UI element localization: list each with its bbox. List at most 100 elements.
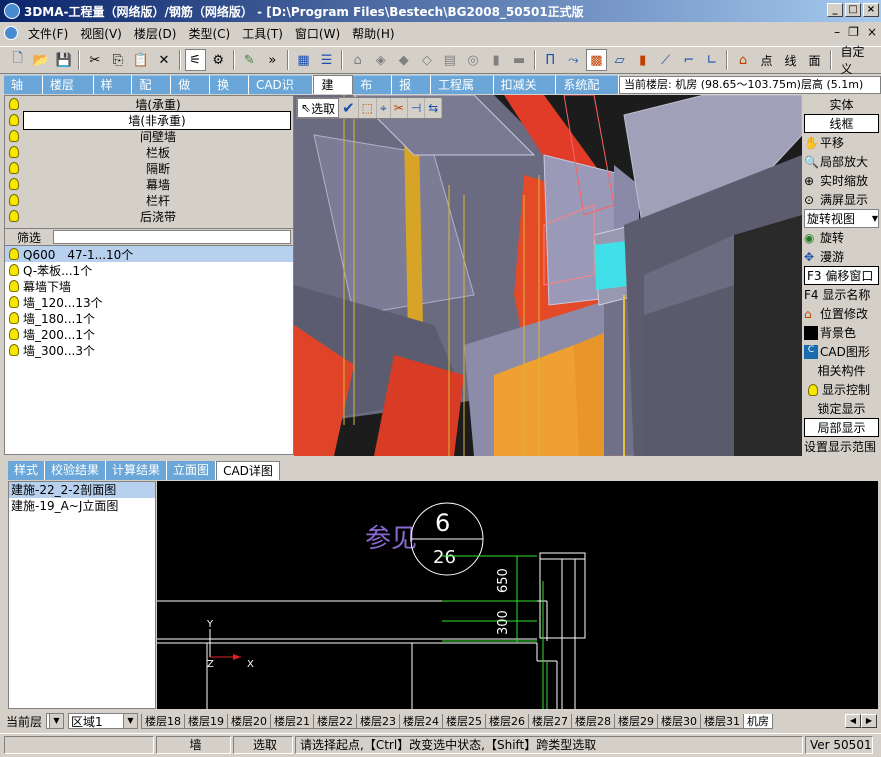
wireframe-button[interactable]: 线框 <box>804 114 879 133</box>
realtime-zoom-button[interactable]: ⊕ 实时缩放 <box>802 171 881 190</box>
point-button[interactable]: 点 <box>755 52 779 69</box>
confirm-check-icon[interactable]: ✔ <box>339 98 359 118</box>
related-components-button[interactable]: 相关构件 <box>802 361 881 380</box>
floor-tab[interactable]: 楼层29 <box>614 713 658 729</box>
tool-c-icon[interactable]: ◆ <box>393 49 414 71</box>
extend-icon[interactable]: ⊣ <box>408 98 426 118</box>
save-icon[interactable]: 💾 <box>53 49 74 71</box>
component-item[interactable]: 墙_180...1个 <box>5 310 293 326</box>
new-file-icon[interactable]: 🗋 <box>7 49 28 71</box>
cut-icon[interactable]: ✂ <box>84 49 105 71</box>
menu-file[interactable]: 文件(F) <box>22 25 74 42</box>
tab-project-props[interactable]: 工程属性 <box>430 75 494 111</box>
open-file-icon[interactable]: 📂 <box>30 49 51 71</box>
filter-input[interactable] <box>53 230 291 244</box>
bulb-icon[interactable] <box>9 114 19 126</box>
custom-button[interactable]: 自定义 <box>835 43 881 77</box>
bulb-icon[interactable] <box>9 146 19 158</box>
type-item[interactable]: 后浇带 <box>5 208 293 224</box>
tool-b-icon[interactable]: ◈ <box>370 49 391 71</box>
select-button[interactable]: ⇖ 选取 <box>297 98 340 118</box>
menu-window[interactable]: 窗口(W) <box>289 25 346 42</box>
box-select-icon[interactable]: ⬚ <box>359 98 377 118</box>
tab-deduction[interactable]: 扣减关系 <box>493 75 557 111</box>
bulb-icon[interactable] <box>9 162 19 174</box>
component-item[interactable]: 幕墙下墙 <box>5 278 293 294</box>
tab-style-bottom[interactable]: 样式 <box>8 461 46 480</box>
more-icon[interactable]: » <box>262 49 283 71</box>
pan-button[interactable]: ✋ 平移 <box>802 133 881 152</box>
tool-d-icon[interactable]: ◇ <box>416 49 437 71</box>
floor-tab[interactable]: 楼层31 <box>700 713 744 729</box>
tab-convert[interactable]: 换算 <box>210 75 249 111</box>
floor-tab[interactable]: 楼层24 <box>399 713 443 729</box>
menu-help[interactable]: 帮助(H) <box>346 25 400 42</box>
floor-tab[interactable]: 楼层26 <box>485 713 529 729</box>
tool-f-icon[interactable]: ◎ <box>462 49 483 71</box>
tab-axis[interactable]: 轴网 <box>4 75 43 111</box>
cad-graphics-button[interactable]: C CAD图形 <box>802 342 881 361</box>
component-item[interactable]: 墙_300...3个 <box>5 342 293 358</box>
wall-icon[interactable]: ▱ <box>609 49 630 71</box>
floor-tab[interactable]: 楼层18 <box>141 713 185 729</box>
component-item[interactable]: Q-苯板...1个 <box>5 262 293 278</box>
tab-report[interactable]: 报表 <box>392 75 431 111</box>
minimize-button[interactable]: _ <box>827 3 843 17</box>
bulb-icon[interactable] <box>9 312 19 324</box>
fit-screen-button[interactable]: ⊙ 满屏显示 <box>802 190 881 209</box>
layer-icon[interactable]: ☰ <box>316 49 337 71</box>
floor-tab-active[interactable]: 机房 <box>743 713 773 729</box>
tab-calc-results[interactable]: 计算结果 <box>106 461 168 480</box>
component-item[interactable]: 墙_200...1个 <box>5 326 293 342</box>
mdi-restore-icon[interactable]: ❐ <box>848 25 859 39</box>
break-icon[interactable]: ✂ <box>391 98 408 118</box>
home-icon[interactable]: ⌂ <box>732 49 753 71</box>
tab-cad-detail[interactable]: CAD详图 <box>216 461 280 480</box>
stair-icon[interactable]: ⌐ <box>678 49 699 71</box>
bulb-icon[interactable] <box>9 296 19 308</box>
maximize-button[interactable]: □ <box>845 3 861 17</box>
type-item[interactable]: 隔断 <box>5 160 293 176</box>
menu-type[interactable]: 类型(C) <box>182 25 236 42</box>
floor-tab[interactable]: 楼层27 <box>528 713 572 729</box>
bulb-icon[interactable] <box>9 178 19 190</box>
area-button[interactable]: 面 <box>803 52 827 69</box>
align-icon[interactable]: ⇆ <box>425 98 443 118</box>
tab-floors[interactable]: 楼层表 <box>42 75 94 111</box>
floor-tab[interactable]: 楼层22 <box>313 713 357 729</box>
tab-system-config[interactable]: 系统配置 <box>556 75 619 111</box>
rotate-view-select[interactable]: 旋转视图 ▼ <box>804 209 879 228</box>
drawing-item[interactable]: 建施-22_2-2剖面图 <box>9 482 155 498</box>
bulb-icon[interactable] <box>9 328 19 340</box>
component-item[interactable]: 墙_120...13个 <box>5 294 293 310</box>
tab-rebar-config[interactable]: 配筋 <box>132 75 172 111</box>
show-name-button[interactable]: F4 显示名称 <box>802 285 881 304</box>
tab-rebar-layout[interactable]: 布筋 <box>353 75 393 111</box>
tab-check-results[interactable]: 校验结果 <box>45 461 107 480</box>
bulb-icon[interactable] <box>9 210 19 222</box>
lock-display-button[interactable]: 锁定显示 <box>802 399 881 418</box>
position-edit-button[interactable]: ⌂ 位置修改 <box>802 304 881 323</box>
rebar-icon[interactable]: ⟋ <box>655 49 676 71</box>
scroll-left-icon[interactable]: ◀ <box>845 714 861 728</box>
tab-style[interactable]: 样式 <box>93 75 133 111</box>
floor-tab[interactable]: 楼层20 <box>227 713 271 729</box>
set-display-range-button[interactable]: 设置显示范围 <box>802 437 881 456</box>
properties-icon[interactable]: ⚙ <box>208 49 229 71</box>
menu-tools[interactable]: 工具(T) <box>236 25 289 42</box>
walk-button[interactable]: ✥ 漫游 <box>802 247 881 266</box>
region-select[interactable]: 区域1 ▼ <box>68 713 138 729</box>
bulb-icon[interactable] <box>9 264 19 276</box>
copy-icon[interactable]: ⎘ <box>107 49 128 71</box>
solid-view-button[interactable]: 实体 <box>802 95 881 114</box>
doc-icon[interactable] <box>4 26 18 40</box>
tool-e-icon[interactable]: ▤ <box>439 49 460 71</box>
wand-icon[interactable]: ✎ <box>239 49 260 71</box>
bulb-icon[interactable] <box>9 98 19 110</box>
bg-color-button[interactable]: 背景色 <box>802 323 881 342</box>
bulb-icon[interactable] <box>9 344 19 356</box>
floor-tab[interactable]: 楼层23 <box>356 713 400 729</box>
display-control-button[interactable]: 显示控制 <box>802 380 881 399</box>
type-item[interactable]: 间壁墙 <box>5 128 293 144</box>
line-button[interactable]: 线 <box>779 52 803 69</box>
